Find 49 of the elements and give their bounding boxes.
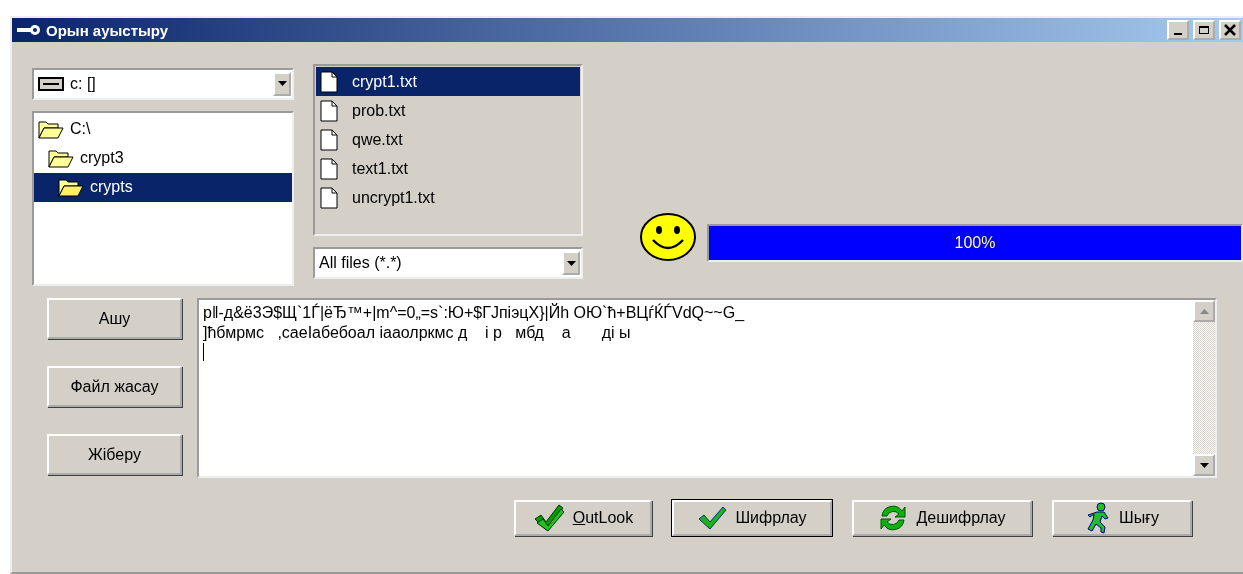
file-item[interactable]: crypt1.txt xyxy=(316,67,580,96)
text-caret xyxy=(203,343,204,361)
check-icon xyxy=(697,505,728,531)
file-icon xyxy=(320,70,338,93)
file-item[interactable]: uncrypt1.txt xyxy=(316,183,580,212)
down-arrow-icon xyxy=(277,81,287,87)
folder-icon xyxy=(38,119,64,140)
folder-icon xyxy=(48,148,74,169)
text-area[interactable]: p‖-д&ё3Э$Щ`1Ѓ|ёЂ™+|m^=0„=s`:Ю+$ГJпiэцХ}|Йh ОЮ`ћ+ВЦѓЌЃVdQ~~G_ ]ћбмрмс ,caeIабебоал iааолркмс д і р мбд а ді ы xyxy=(197,298,1217,478)
action-button[interactable]: OutLook xyxy=(514,500,652,536)
file-icon xyxy=(320,186,338,209)
scrollbar[interactable] xyxy=(1193,300,1215,476)
side-button[interactable]: Ашу xyxy=(47,298,182,339)
up-arrow-icon xyxy=(1199,308,1209,314)
text-line: p‖-д&ё3Э$Щ`1Ѓ|ёЂ™+|m^=0„=s`:Ю+$ГJпiэцХ}|Йh ОЮ`ћ+ВЦѓЌЃVdQ~~G_ xyxy=(203,303,746,323)
running-man-icon xyxy=(1085,502,1111,534)
action-button[interactable]: Шығу xyxy=(1052,500,1192,536)
action-button[interactable]: Дешифрлау xyxy=(852,500,1032,536)
minimize-icon xyxy=(1174,33,1182,35)
text-line: ]ћбмрмс ,caeIабебоал iааолркмс д і р мбд а ді ы xyxy=(203,323,632,343)
close-icon xyxy=(1224,24,1236,36)
drive-icon xyxy=(38,75,64,92)
down-arrow-icon xyxy=(1199,462,1209,468)
folder-icon xyxy=(58,177,84,198)
file-item[interactable]: prob.txt xyxy=(316,96,580,125)
action-button[interactable]: Шифрлау xyxy=(672,500,832,536)
double-check-icon xyxy=(532,503,565,533)
file-item[interactable]: qwe.txt xyxy=(316,125,580,154)
progress-label: 100% xyxy=(954,234,996,252)
side-button[interactable]: Файл жасау xyxy=(47,366,182,407)
minimize-button[interactable] xyxy=(1167,20,1189,40)
key-icon xyxy=(16,24,42,36)
file-icon xyxy=(320,128,338,151)
file-icon xyxy=(320,99,338,122)
file-icon xyxy=(320,157,338,180)
folder-item[interactable]: C:\ xyxy=(34,114,292,144)
window-title: Орын ауыстыру xyxy=(46,21,170,39)
drive-dropdown[interactable]: c: [] xyxy=(32,68,294,100)
maximize-button[interactable] xyxy=(1193,20,1215,40)
side-button[interactable]: Жіберу xyxy=(47,434,182,475)
maximize-icon xyxy=(1198,25,1210,35)
file-item[interactable]: text1.txt xyxy=(316,154,580,183)
smiley-icon xyxy=(639,212,697,262)
close-button[interactable] xyxy=(1219,20,1241,40)
file-type-dropdown[interactable]: All files (*.*) xyxy=(313,247,583,279)
refresh-icon xyxy=(878,503,909,533)
folder-item[interactable]: crypts xyxy=(34,172,292,202)
down-arrow-icon xyxy=(566,260,576,266)
folder-item[interactable]: crypt3 xyxy=(34,143,292,173)
